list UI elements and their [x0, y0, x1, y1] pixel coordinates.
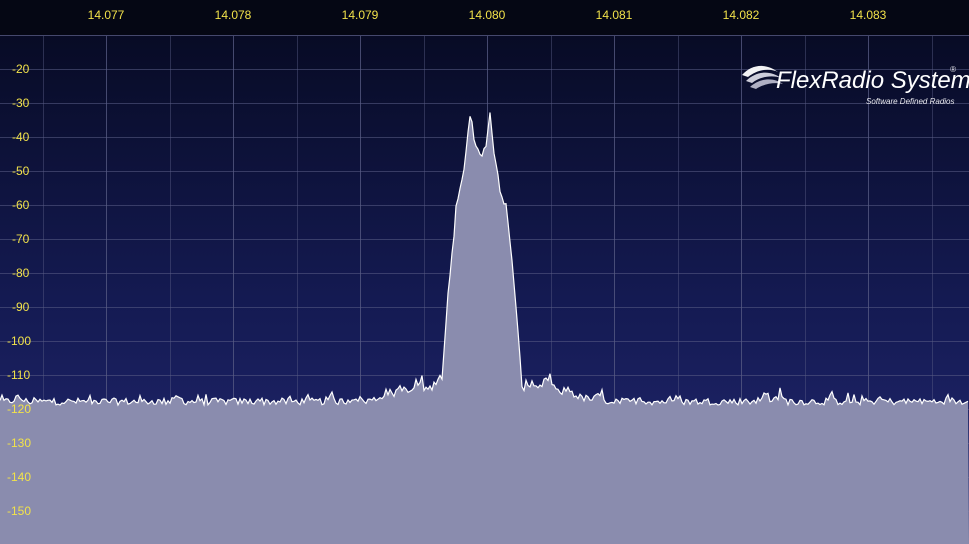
db-label-minus-140: -140	[7, 470, 31, 484]
frequency-label-14083: 14.083	[850, 8, 887, 22]
frequency-label-14079: 14.079	[342, 8, 379, 22]
db-label-minus-110: -110	[7, 368, 30, 382]
panadapter-display[interactable]: 14.077 14.078 14.079 14.080 14.081 14.08…	[0, 0, 969, 544]
logo-brand-text: FlexRadio Systems	[776, 67, 969, 94]
logo-registered-mark: ®	[950, 65, 956, 74]
frequency-label-14080: 14.080	[469, 8, 506, 22]
frequency-label-14078: 14.078	[215, 8, 252, 22]
frequency-label-14082: 14.082	[723, 8, 760, 22]
db-label-minus-80: -80	[12, 266, 30, 280]
db-label-minus-40: -40	[12, 130, 30, 144]
db-label-minus-30: -30	[12, 96, 30, 110]
db-label-minus-120: -120	[7, 402, 31, 416]
db-label-minus-90: -90	[12, 300, 30, 314]
frequency-label-14077: 14.077	[88, 8, 125, 22]
db-label-minus-100: -100	[7, 334, 31, 348]
db-label-minus-20: -20	[12, 62, 30, 76]
db-label-minus-150: -150	[7, 504, 31, 518]
frequency-label-14081: 14.081	[596, 8, 633, 22]
db-label-minus-130: -130	[7, 436, 31, 450]
logo-tagline: Software Defined Radios	[866, 97, 955, 106]
db-label-minus-50: -50	[12, 164, 30, 178]
db-label-minus-70: -70	[12, 232, 30, 246]
db-label-minus-60: -60	[12, 198, 30, 212]
